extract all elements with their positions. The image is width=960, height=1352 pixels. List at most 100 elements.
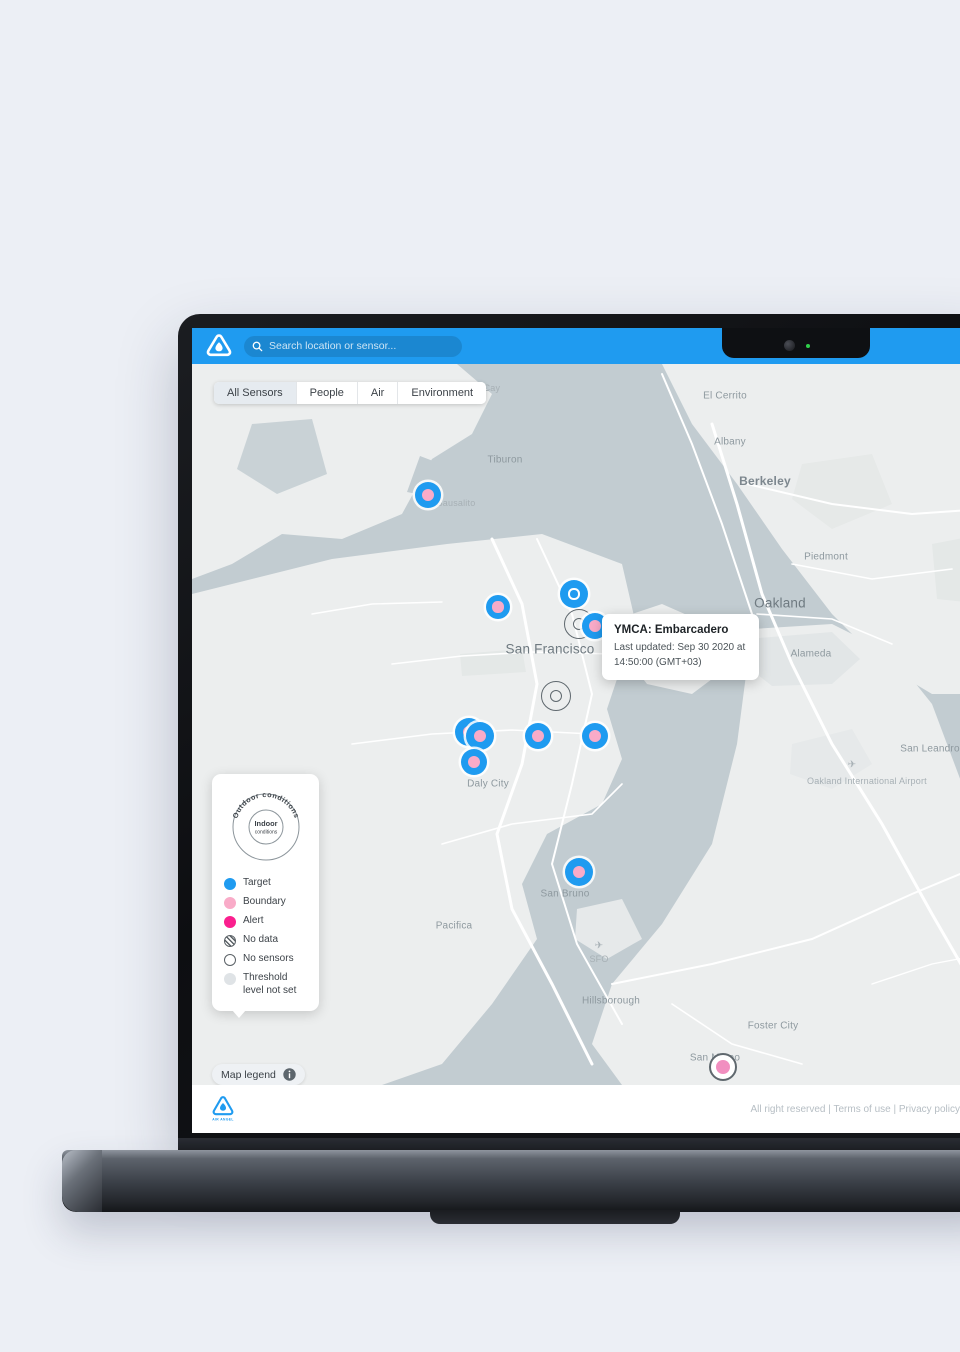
marker-outer-ring <box>525 723 551 749</box>
sensor-marker-south-sf[interactable] <box>565 858 593 886</box>
filter-tab-environment[interactable]: Environment <box>398 382 487 404</box>
marker-outer-ring <box>709 1053 737 1081</box>
legend-item-label: Alert <box>243 915 264 926</box>
marker-inner-dot <box>568 588 580 600</box>
legend-swatch-no-sensors <box>224 954 236 966</box>
footer-brand-name: AIR ANGEL <box>212 1118 234 1122</box>
filter-tab-all-sensors[interactable]: All Sensors <box>214 382 297 404</box>
search-icon <box>252 341 263 351</box>
sensor-marker-hunters[interactable] <box>582 723 608 749</box>
laptop-base-left-edge <box>62 1150 102 1212</box>
map-legend-button-label: Map legend <box>221 1068 276 1081</box>
tooltip-title: YMCA: Embarcadero <box>614 624 729 636</box>
marker-outer-ring <box>486 595 510 619</box>
air-angel-logo-icon[interactable]: AIR ANGEL <box>212 1096 234 1122</box>
map-label: San Leandro <box>900 743 960 755</box>
map-label: Piedmont <box>804 551 848 563</box>
map-label: Hillsborough <box>582 995 640 1007</box>
svg-text:Outdoor conditions: Outdoor conditions <box>230 790 301 820</box>
filter-tabs[interactable]: All Sensors People Air Environment <box>214 382 487 404</box>
marker-outer-ring <box>560 580 588 608</box>
map-label: San Francisco <box>505 641 595 657</box>
air-angel-logo-icon[interactable] <box>206 334 232 358</box>
marker-inner-dot <box>532 730 544 742</box>
sensor-marker-sausalito[interactable] <box>415 482 441 508</box>
legend-inner-label-1: Indoor <box>254 819 277 828</box>
map-label: Daly City <box>467 778 509 790</box>
legend-swatch-alert <box>224 916 236 928</box>
footer-links[interactable]: All right reserved | Terms of use | Priv… <box>750 1104 960 1115</box>
map-label: Tiburon <box>487 454 523 466</box>
marker-outer-ring <box>565 858 593 886</box>
marker-outer-ring <box>461 749 487 775</box>
marker-inner-dot <box>473 729 487 743</box>
sensor-marker-mission-empty[interactable] <box>541 681 571 711</box>
legend-item-label: Boundary <box>243 896 286 907</box>
marker-inner-dot <box>589 730 601 742</box>
marker-outer-ring <box>466 722 494 750</box>
legend-item-label: No sensors <box>243 953 294 964</box>
app-footer: AIR ANGEL All right reserved | Terms of … <box>192 1085 960 1133</box>
legend-swatch-threshold-level-not-set <box>224 973 236 985</box>
tooltip-subtitle: Last updated: Sep 30 2020 at 14:50:00 (G… <box>614 642 746 668</box>
sensor-marker-san-mateo[interactable] <box>709 1053 737 1081</box>
legend-item: No data <box>224 934 307 947</box>
map-legend-panel: Outdoor conditions Indoor conditions Tar… <box>212 774 319 1018</box>
search-input[interactable] <box>269 340 454 352</box>
legend-swatch-target <box>224 878 236 890</box>
legend-outer-label: Outdoor conditions <box>230 790 300 820</box>
marker-outer-ring <box>541 681 571 711</box>
marker-inner-dot <box>549 689 563 703</box>
marker-inner-dot <box>422 489 434 501</box>
map-label: Sausalito <box>436 498 476 508</box>
marker-inner-dot <box>589 620 601 632</box>
laptop-base <box>62 1150 960 1212</box>
legend-item-label: No data <box>243 934 279 945</box>
marker-inner-dot <box>468 756 480 768</box>
air-angel-app: Paradise CayEl CerritoTiburonAlbanyBerke… <box>192 328 960 1133</box>
map-label: El Cerrito <box>703 390 747 402</box>
sensor-marker-north-beach[interactable] <box>560 580 588 608</box>
laptop-screen: Paradise CayEl CerritoTiburonAlbanyBerke… <box>192 328 960 1133</box>
legend-item-label: Threshold level not set <box>243 972 297 996</box>
webcam-indicator-led <box>806 344 810 348</box>
legend-swatch-no-data <box>224 935 236 947</box>
map-label: San Bruno <box>540 888 590 900</box>
map-label: Oakland <box>754 595 806 611</box>
legend-item-list: Target Boundary Alert No data No sensors Thre… <box>224 877 307 997</box>
map-label: Albany <box>714 436 746 448</box>
laptop-notch <box>722 328 870 358</box>
search-box[interactable] <box>244 335 462 357</box>
legend-item: Target <box>224 877 307 890</box>
marker-inner-dot <box>572 865 586 879</box>
sensor-marker-presidio[interactable] <box>486 595 510 619</box>
webcam-icon <box>784 340 795 351</box>
indoor-outdoor-diagram-icon: Outdoor conditions Indoor conditions <box>230 790 301 861</box>
map-legend-button[interactable]: Map legend <box>212 1064 305 1085</box>
legend-item: Threshold level not set <box>224 972 307 997</box>
map-label: SFO <box>589 954 609 964</box>
map-view[interactable]: Paradise CayEl CerritoTiburonAlbanyBerke… <box>192 364 960 1085</box>
sensor-marker-daly-b[interactable] <box>466 722 494 750</box>
legend-swatch-boundary <box>224 897 236 909</box>
legend-item-label: Target <box>243 877 271 888</box>
laptop-base-front-notch <box>430 1210 680 1224</box>
filter-tab-people[interactable]: People <box>296 382 358 404</box>
legend-item: Alert <box>224 915 307 928</box>
sensor-marker-bayview[interactable] <box>525 723 551 749</box>
airplane-icon: ✈ <box>594 940 604 952</box>
legend-item: No sensors <box>224 953 307 966</box>
sensor-marker-daly-c[interactable] <box>461 749 487 775</box>
info-icon[interactable] <box>283 1068 296 1081</box>
filter-tab-air[interactable]: Air <box>357 382 399 404</box>
map-label-airport: Oakland International Airport <box>807 775 927 786</box>
map-label: Alameda <box>790 648 832 660</box>
marker-outer-ring <box>582 723 608 749</box>
map-label: Foster City <box>747 1020 799 1032</box>
legend-inner-label-2: conditions <box>254 830 277 836</box>
laptop-mockup: Paradise CayEl CerritoTiburonAlbanyBerke… <box>0 0 960 1352</box>
airplane-icon: ✈ <box>847 759 857 771</box>
marker-outer-ring <box>415 482 441 508</box>
map-label: Pacifica <box>435 920 473 932</box>
map-label: Berkeley <box>739 474 791 488</box>
